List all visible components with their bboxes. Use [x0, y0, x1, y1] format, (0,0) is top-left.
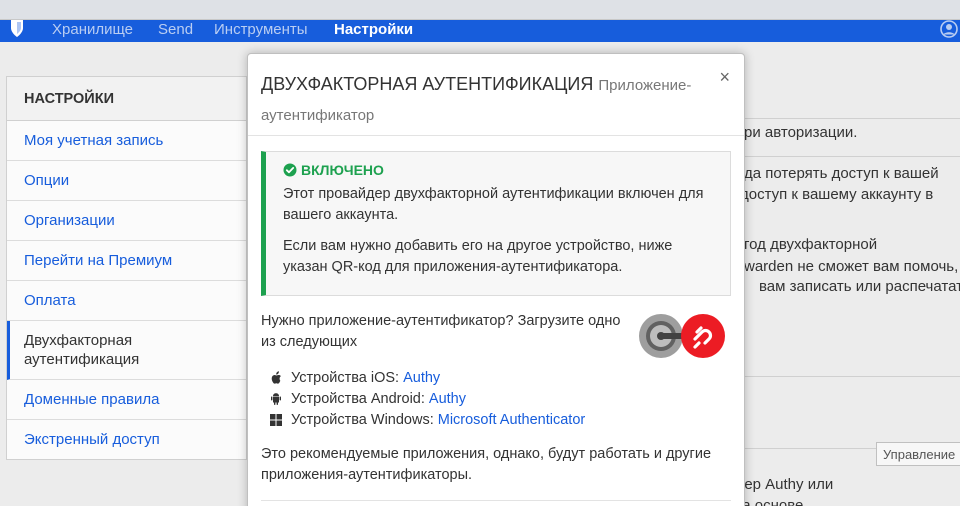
check-circle-icon: [283, 163, 297, 177]
callout-text-qr: Если вам нужно добавить его на другое ус…: [283, 238, 673, 275]
need-app-text: Нужно приложение-аутентификатор? Загрузи…: [261, 313, 621, 350]
background-text: год двухфакторной: [744, 236, 878, 253]
sidebar-header: НАСТРОЙКИ: [7, 77, 246, 121]
nav-tools[interactable]: Инструменты: [214, 21, 308, 38]
device-windows-label: Устройства Windows:: [291, 411, 434, 428]
sidebar-item-emergency-access[interactable]: Экстренный доступ: [7, 420, 246, 459]
recommendation-text: Это рекомендуемые приложения, однако, бу…: [261, 446, 712, 483]
bitwarden-logo-icon[interactable]: [6, 20, 28, 38]
device-ios-label: Устройства iOS:: [291, 369, 400, 386]
modal-title-text: ДВУХФАКТОРНАЯ АУТЕНТИФИКАЦИЯ: [261, 74, 594, 94]
close-icon[interactable]: ×: [719, 68, 730, 86]
sidebar-item-billing[interactable]: Оплата: [7, 281, 246, 321]
browser-toolbar: [0, 0, 960, 20]
apple-icon: [269, 370, 283, 385]
background-divider: [745, 156, 960, 157]
two-step-authenticator-modal: ДВУХФАКТОРНАЯ АУТЕНТИФИКАЦИЯ Приложение-…: [247, 53, 745, 506]
authenticator-apps-icon: [639, 314, 725, 358]
modal-divider: [261, 500, 731, 501]
nav-settings[interactable]: Настройки: [334, 21, 413, 38]
nav-vault[interactable]: Хранилище: [52, 21, 133, 38]
settings-sidebar: НАСТРОЙКИ Моя учетная запись Опции Орган…: [6, 76, 247, 460]
modal-title: ДВУХФАКТОРНАЯ АУТЕНТИФИКАЦИЯ Приложение-…: [261, 70, 692, 130]
background-text: доступ к вашему аккаунту в: [740, 186, 934, 203]
authy-ios-link[interactable]: Authy: [403, 370, 440, 386]
sidebar-item-organizations[interactable]: Организации: [7, 201, 246, 241]
background-text: мер Authy или: [734, 476, 834, 493]
device-android-label: Устройства Android:: [291, 390, 425, 407]
background-divider: [745, 376, 960, 377]
top-navbar: Хранилище Send Инструменты Настройки: [0, 20, 960, 42]
device-ios: Устройства iOS: Authy: [269, 367, 585, 388]
sidebar-item-two-step[interactable]: Двухфакторная аутентификация: [7, 321, 246, 380]
windows-icon: [269, 413, 283, 427]
sidebar-item-domain-rules[interactable]: Доменные правила: [7, 380, 246, 420]
authy-android-link[interactable]: Authy: [429, 391, 466, 407]
sidebar-item-options[interactable]: Опции: [7, 161, 246, 201]
enabled-callout: ВКЛЮЧЕНО Этот провайдер двухфакторной ау…: [261, 151, 731, 296]
sidebar-item-premium[interactable]: Перейти на Премиум: [7, 241, 246, 281]
modal-header: ДВУХФАКТОРНАЯ АУТЕНТИФИКАЦИЯ Приложение-…: [248, 54, 744, 136]
callout-title: ВКЛЮЧЕНО: [283, 162, 718, 178]
callout-title-text: ВКЛЮЧЕНО: [301, 162, 384, 178]
callout-text-enabled: Этот провайдер двухфакторной аутентифика…: [283, 186, 704, 223]
device-list: Устройства iOS: Authy Устройства Android…: [269, 367, 585, 430]
device-windows: Устройства Windows: Microsoft Authentica…: [269, 409, 585, 430]
background-text: ри авторизации.: [744, 124, 858, 141]
background-text: warden не сможет вам помочь,: [744, 258, 959, 275]
nav-send[interactable]: Send: [158, 21, 193, 38]
background-divider: [745, 118, 960, 119]
sidebar-item-my-account[interactable]: Моя учетная запись: [7, 121, 246, 161]
microsoft-authenticator-link[interactable]: Microsoft Authenticator: [438, 412, 586, 428]
manage-button[interactable]: Управление: [876, 442, 960, 466]
android-icon: [269, 392, 283, 406]
device-android: Устройства Android: Authy: [269, 388, 585, 409]
background-text: вам записать или распечатать: [759, 278, 960, 295]
user-avatar-icon[interactable]: [940, 20, 958, 38]
background-text: да потерять доступ к вашей: [744, 165, 939, 182]
